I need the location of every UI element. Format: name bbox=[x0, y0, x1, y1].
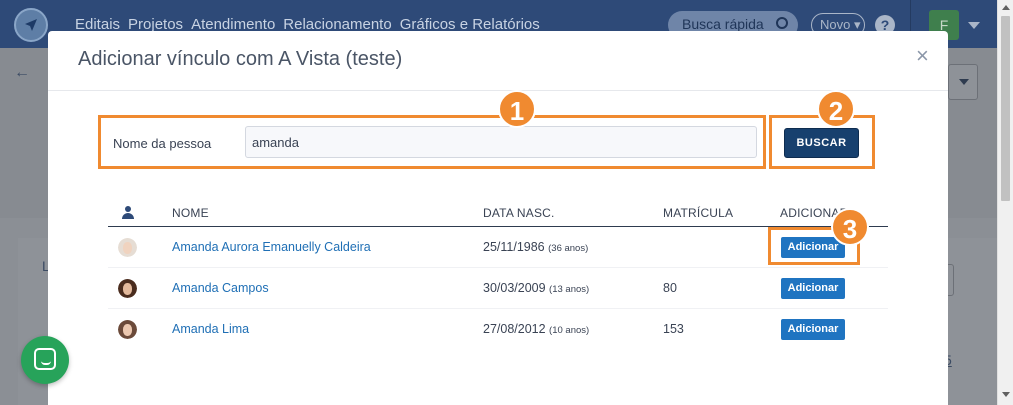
callout-badge-1: 1 bbox=[498, 90, 536, 128]
scrollbar-thumb[interactable] bbox=[1001, 16, 1010, 201]
age-value: (13 anos) bbox=[549, 284, 590, 295]
search-label: Nome da pessoa bbox=[113, 136, 212, 151]
callout-badge-2: 2 bbox=[817, 90, 855, 128]
birth-date: 30/03/2009 (13 anos) bbox=[483, 281, 589, 295]
person-name-link[interactable]: Amanda Lima bbox=[172, 322, 249, 336]
avatar bbox=[118, 320, 137, 339]
table-row: Amanda Campos 30/03/2009 (13 anos) 80 Ad… bbox=[108, 268, 888, 309]
callout-badge-3: 3 bbox=[831, 208, 869, 246]
person-icon bbox=[122, 206, 134, 220]
search-icon bbox=[776, 17, 788, 29]
table-header: NOME DATA NASC. MATRÍCULA ADICIONAR bbox=[108, 199, 888, 227]
table-row: Amanda Lima 27/08/2012 (10 anos) 153 Adi… bbox=[108, 309, 888, 350]
person-name-link[interactable]: Amanda Aurora Emanuelly Caldeira bbox=[172, 240, 371, 254]
avatar bbox=[118, 238, 137, 257]
close-icon[interactable]: × bbox=[916, 43, 929, 69]
birth-date-value: 30/03/2009 bbox=[483, 281, 546, 295]
scroll-down-icon[interactable] bbox=[1002, 392, 1010, 397]
chevron-down-icon: ▾ bbox=[853, 17, 861, 32]
results-table: NOME DATA NASC. MATRÍCULA ADICIONAR Aman… bbox=[108, 199, 888, 350]
matricula-value: 80 bbox=[663, 281, 677, 295]
birth-date-value: 27/08/2012 bbox=[483, 322, 546, 336]
header-name: NOME bbox=[172, 206, 209, 220]
matricula-value: 153 bbox=[663, 322, 684, 336]
back-arrow-icon[interactable]: ← bbox=[14, 64, 30, 82]
novo-label: Novo bbox=[820, 17, 851, 32]
search-highlight-box: Nome da pessoa bbox=[98, 115, 766, 169]
app-logo[interactable] bbox=[14, 8, 48, 42]
background-card-right bbox=[947, 238, 997, 405]
page-scrollbar[interactable] bbox=[997, 0, 1013, 405]
header-matricula: MATRÍCULA bbox=[663, 206, 734, 220]
age-value: (36 anos) bbox=[548, 243, 589, 254]
avatar bbox=[118, 279, 137, 298]
add-button[interactable]: Adicionar bbox=[781, 278, 845, 299]
buscar-highlight-box: BUSCAR bbox=[769, 115, 875, 169]
logo-arrow-icon bbox=[25, 19, 37, 31]
buscar-button[interactable]: BUSCAR bbox=[784, 128, 859, 158]
background-select[interactable] bbox=[948, 64, 978, 100]
birth-date-value: 25/11/1986 bbox=[483, 240, 545, 254]
modal-header: Adicionar vínculo com A Vista (teste) × bbox=[48, 31, 948, 91]
birth-date: 25/11/1986 (36 anos) bbox=[483, 240, 588, 254]
add-button[interactable]: Adicionar bbox=[781, 319, 845, 340]
chat-launcher[interactable] bbox=[21, 336, 69, 384]
age-value: (10 anos) bbox=[549, 325, 590, 336]
header-birth: DATA NASC. bbox=[483, 206, 555, 220]
person-name-input[interactable] bbox=[245, 126, 757, 158]
user-menu-caret-icon[interactable] bbox=[968, 22, 980, 29]
chevron-down-icon bbox=[959, 79, 969, 85]
modal-title: Adicionar vínculo com A Vista (teste) bbox=[78, 48, 403, 70]
scroll-up-icon[interactable] bbox=[1002, 5, 1010, 10]
birth-date: 27/08/2012 (10 anos) bbox=[483, 322, 589, 336]
person-name-link[interactable]: Amanda Campos bbox=[172, 281, 269, 295]
chat-icon bbox=[34, 348, 56, 370]
add-link-modal: Adicionar vínculo com A Vista (teste) × … bbox=[48, 31, 948, 405]
quick-search-placeholder: Busca rápida bbox=[682, 16, 764, 32]
